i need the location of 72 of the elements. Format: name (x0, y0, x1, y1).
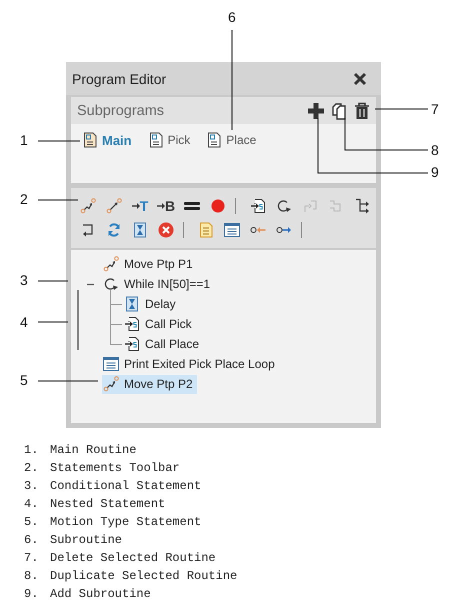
legend-number: 1. (24, 443, 40, 457)
loop-arrow-icon (276, 198, 292, 214)
legend-text: Delete Selected Routine (50, 551, 216, 565)
legend-number: 4. (24, 497, 40, 511)
tree-item[interactable]: Call Pick (123, 314, 196, 334)
bracket-icon (302, 198, 318, 214)
legend-text: Motion Type Statement (50, 515, 202, 529)
legend-number: 3. (24, 479, 40, 493)
window-icon (103, 356, 119, 372)
leader-line (374, 108, 428, 110)
legend-text: Conditional Statement (50, 479, 202, 493)
tree-item[interactable]: Delay (123, 294, 180, 314)
trash-icon (353, 102, 371, 120)
callout-number: 9 (431, 164, 439, 180)
tree-item[interactable]: Call Place (123, 334, 204, 354)
callout-number: 4 (20, 314, 28, 330)
subprogram-item[interactable]: Pick (146, 131, 192, 149)
curved-arrow-icon (103, 256, 119, 272)
hourglass-icon (124, 296, 140, 312)
copy-icon (330, 102, 348, 120)
legend-text: Main Routine (50, 443, 136, 457)
tree-item[interactable]: Print Exited Pick Place Loop (102, 354, 279, 374)
document-arrow-icon (250, 198, 266, 214)
leader-line (38, 140, 80, 142)
callout-number: 3 (20, 272, 28, 288)
legend-text: Duplicate Selected Routine (50, 569, 238, 583)
legend-text: Nested Statement (50, 497, 166, 511)
document-icon (82, 132, 98, 148)
dot-icon (210, 198, 226, 214)
callout-number: 6 (228, 9, 236, 25)
legend-number: 6. (24, 533, 40, 547)
loop-arrow-icon (103, 276, 119, 292)
section-heading: Subprograms (77, 102, 164, 118)
note-icon (198, 222, 214, 238)
toolbar-button[interactable]: B (153, 195, 179, 217)
branch-arrow-icon (354, 198, 370, 214)
leader-line (38, 280, 68, 282)
add-button[interactable] (306, 100, 326, 120)
legend-number: 2. (24, 461, 40, 475)
stop-icon (158, 222, 174, 238)
leader-line (38, 380, 98, 382)
legend-number: 5. (24, 515, 40, 529)
legend-number: 9. (24, 587, 40, 601)
diagonal-arrow-icon (106, 198, 122, 214)
legend-number: 7. (24, 551, 40, 565)
curved-arrow-icon (103, 376, 119, 392)
refresh-icon (106, 222, 122, 238)
tree-item[interactable]: While IN[50]==1 (102, 274, 214, 294)
tree-item[interactable]: Move Ptp P1 (102, 254, 197, 274)
close-icon (353, 72, 367, 86)
callout-number: 7 (431, 101, 439, 117)
callout-number: 8 (431, 142, 439, 158)
subprogram-item[interactable]: Main (80, 131, 134, 149)
legend-number: 8. (24, 569, 40, 583)
document-arrow-icon (124, 336, 140, 352)
callout-number: 5 (20, 372, 28, 388)
legend-text: Add Subroutine (50, 587, 151, 601)
legend-text: Subroutine (50, 533, 122, 547)
subprogram-item[interactable]: Place (204, 131, 258, 149)
window-title: Program Editor (72, 70, 166, 86)
delete-button[interactable] (352, 100, 372, 120)
document-arrow-icon (124, 316, 140, 332)
document-icon (148, 132, 164, 148)
tree-item[interactable]: Move Ptp P2 (102, 374, 197, 394)
hourglass-icon (132, 222, 148, 238)
callout-number: 1 (20, 132, 28, 148)
legend-text: Statements Toolbar (50, 461, 180, 475)
document-icon (206, 132, 222, 148)
plus-icon (307, 102, 325, 120)
window-icon (224, 222, 240, 238)
callout-number: 2 (20, 191, 28, 207)
curved-arrow-icon (80, 198, 96, 214)
